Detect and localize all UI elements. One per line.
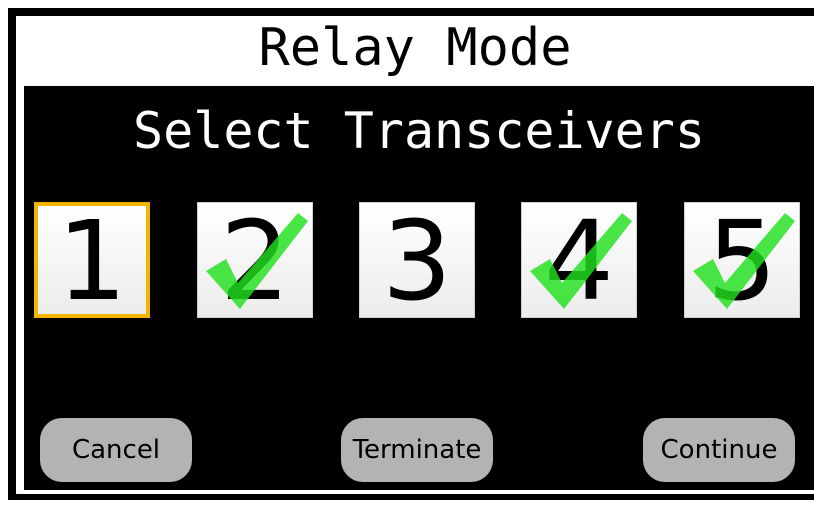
cancel-button[interactable]: Cancel — [40, 418, 192, 482]
continue-button[interactable]: Continue — [643, 418, 795, 482]
window-title: Relay Mode — [258, 18, 572, 78]
transceiver-5-tile[interactable]: 5 — [684, 202, 800, 318]
page-heading: Select Transceivers — [133, 102, 705, 160]
transceiver-1-tile[interactable]: 1 — [34, 202, 150, 318]
terminate-button[interactable]: Terminate — [341, 418, 493, 482]
transceiver-4-tile[interactable]: 4 — [521, 202, 637, 318]
transceiver-3-label: 3 — [382, 197, 452, 325]
title-bar: Relay Mode — [16, 16, 814, 84]
transceiver-3-tile[interactable]: 3 — [359, 202, 475, 318]
transceiver-2-tile[interactable]: 2 — [197, 202, 313, 318]
transceiver-2-label: 2 — [220, 197, 290, 325]
transceiver-1-label: 1 — [57, 197, 127, 325]
transceiver-5-label: 5 — [707, 197, 777, 325]
screen-area: Select Transceivers 1 2 3 4 5 Cancel Ter… — [24, 86, 814, 490]
transceiver-4-label: 4 — [544, 197, 614, 325]
